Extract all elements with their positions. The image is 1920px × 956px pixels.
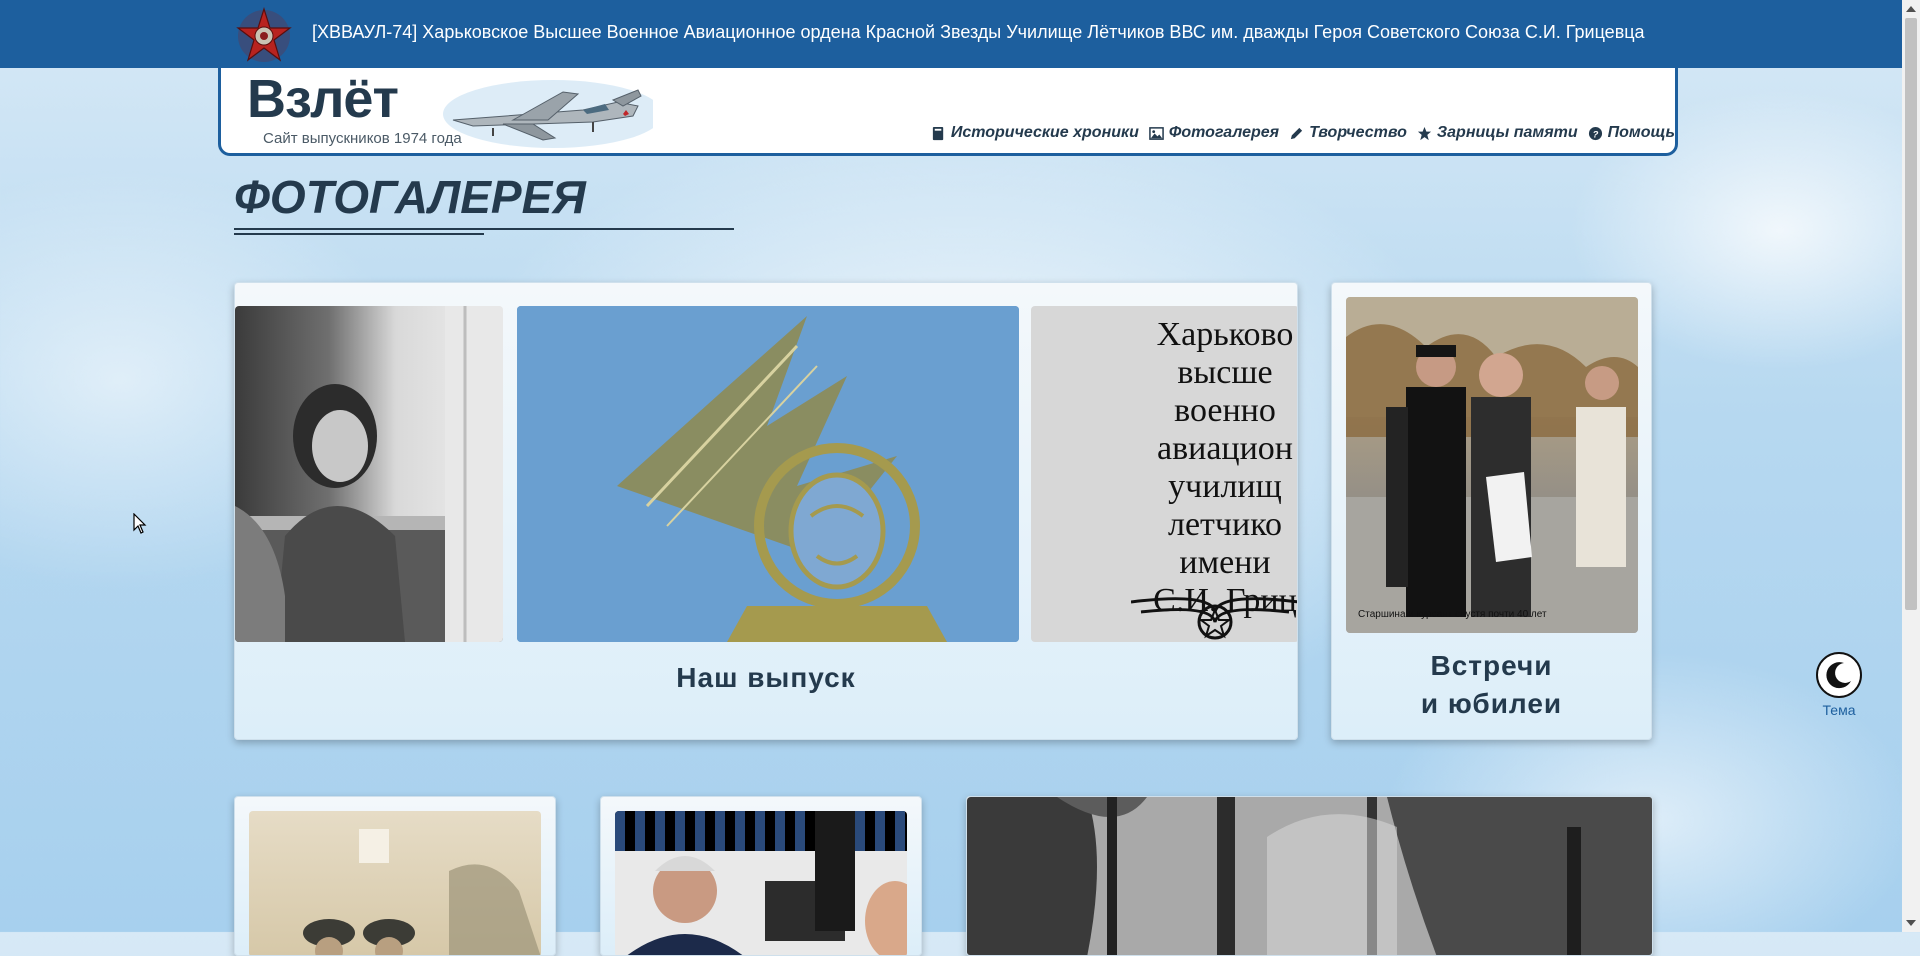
gallery-card-bottom-2[interactable] <box>600 796 922 956</box>
jet-aircraft-image <box>443 80 653 148</box>
site-logo[interactable]: Взлёт <box>247 68 399 130</box>
gallery-photo-old-cadets[interactable] <box>249 811 541 955</box>
cover-line: имени <box>1179 544 1271 581</box>
scroll-up-arrow-icon[interactable] <box>1906 6 1916 12</box>
gallery-card-class-of[interactable]: Харьково высше военно авиацион училищ ле… <box>234 282 1298 740</box>
photo-reunion-people <box>1346 297 1638 633</box>
nav-label: Фотогалерея <box>1168 124 1280 141</box>
gallery-photo-reunion[interactable]: Старшина и курсант спустя почти 40 лет <box>1346 297 1638 633</box>
card-title-line1: Встречи <box>1430 650 1553 681</box>
gallery-photo-title-page[interactable]: Харьково высше военно авиацион училищ ле… <box>1031 306 1297 642</box>
gallery-card-bottom-3[interactable] <box>966 796 1653 956</box>
card-title[interactable]: Встречи и юбилеи <box>1332 647 1651 723</box>
nav-creativity[interactable]: Творчество <box>1289 124 1407 142</box>
site-header: Взлёт Сайт выпускников 1974 года Историч… <box>218 68 1678 156</box>
wings-emblem-icon <box>1131 597 1297 640</box>
site-subtitle: Сайт выпускников 1974 года <box>263 130 462 147</box>
star-icon <box>1417 126 1431 140</box>
top-banner: [ХВВАУЛ-74] Харьковское Высшее Военное А… <box>0 0 1902 68</box>
photo-album-cosmonaut <box>517 306 1019 642</box>
scrollbar-thumb[interactable] <box>1905 18 1917 610</box>
scroll-down-arrow-icon[interactable] <box>1906 920 1916 926</box>
book-icon <box>932 126 944 140</box>
cover-line: авиацион <box>1156 430 1294 467</box>
page-scrollbar[interactable] <box>1902 0 1920 932</box>
nav-photo-gallery[interactable]: Фотогалерея <box>1149 124 1279 142</box>
theme-label: Тема <box>1822 702 1856 718</box>
red-star-order-icon <box>236 7 292 62</box>
gallery-photo-album-cover[interactable] <box>517 306 1019 642</box>
photo-bw-portrait <box>235 306 503 642</box>
photo-forest-bw <box>967 797 1652 955</box>
image-icon <box>1149 126 1164 140</box>
gallery-photo-forest-road[interactable] <box>967 797 1652 955</box>
nav-label: Помощь <box>1607 124 1675 141</box>
cover-line: летчико <box>1167 506 1282 543</box>
site-full-title: [ХВВАУЛ-74] Харьковское Высшее Военное А… <box>312 22 1645 42</box>
cover-line: военно <box>1174 392 1276 429</box>
cover-line: Харьково <box>1156 316 1294 353</box>
photo-tent-man <box>615 811 907 955</box>
card-title[interactable]: Наш выпуск <box>235 659 1297 697</box>
card-title-line2: и юбилеи <box>1420 688 1563 719</box>
gallery-photo-cadet[interactable] <box>235 306 503 642</box>
photo-caption: Старшина и курсант спустя почти 40 лет <box>1358 609 1547 620</box>
gallery-photo-tent[interactable] <box>615 811 907 955</box>
cover-line: высше <box>1177 354 1273 391</box>
page-title: ФОТОГАЛЕРЕЯ <box>234 171 586 223</box>
moon-icon <box>1816 652 1862 698</box>
title-underline <box>234 228 734 230</box>
photo-old-sepia <box>303 829 541 955</box>
svg-text:?: ? <box>1592 129 1598 139</box>
main-nav: Исторические хроники Фотогалерея Творчес… <box>931 124 1675 142</box>
cover-line: училищ <box>1168 468 1282 505</box>
pencil-icon <box>1290 127 1303 139</box>
gallery-card-meetings[interactable]: Старшина и курсант спустя почти 40 лет В… <box>1331 282 1652 740</box>
nav-memory-flashes[interactable]: Зарницы памяти <box>1417 124 1578 142</box>
question-circle-icon: ? <box>1588 126 1602 140</box>
nav-label: Исторические хроники <box>950 124 1139 141</box>
gallery-card-bottom-1[interactable] <box>234 796 556 956</box>
nav-label: Зарницы памяти <box>1436 124 1578 141</box>
title-underline-short <box>234 233 484 235</box>
nav-label: Творчество <box>1309 124 1407 141</box>
nav-help[interactable]: ? Помощь <box>1588 124 1675 142</box>
nav-historical-chronicles[interactable]: Исторические хроники <box>931 124 1139 142</box>
mouse-cursor-icon <box>133 513 147 534</box>
theme-toggle[interactable]: Тема <box>1814 652 1864 718</box>
